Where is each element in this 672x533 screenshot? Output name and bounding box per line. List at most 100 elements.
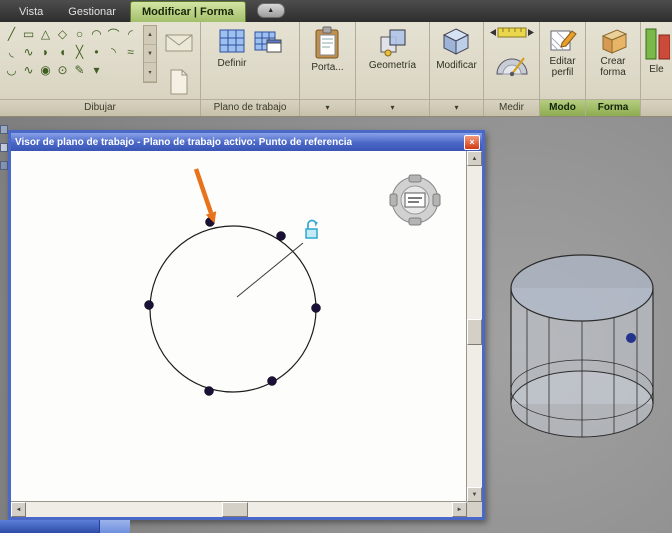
scrollbar-corner: [467, 502, 482, 517]
wheel-tab-left[interactable]: [390, 194, 397, 206]
vertical-scroll-thumb[interactable]: [467, 319, 482, 345]
panel-modo: Editar perfil Modo: [540, 22, 586, 116]
chevron-down-icon: ▾: [325, 103, 329, 112]
ribbon-collapse-button[interactable]: ▲: [257, 3, 285, 18]
drawing-area[interactable]: Visor de plano de trabajo - Plano de tra…: [0, 117, 672, 533]
panel-flyout-geometria[interactable]: ▾: [356, 99, 429, 116]
wheel-tab-right[interactable]: [433, 194, 440, 206]
line-icon[interactable]: ╱: [3, 25, 20, 43]
scroll-down-button[interactable]: ▼: [467, 487, 482, 502]
panel-geometria: Geometría ▾: [356, 22, 430, 116]
pencil-icon[interactable]: ✎: [71, 61, 88, 79]
eye-icon[interactable]: ◉: [37, 61, 54, 79]
panel-flyout-modificar[interactable]: ▾: [430, 99, 483, 116]
document-icon: [167, 68, 191, 96]
sheet-tool-button[interactable]: [159, 24, 199, 61]
creation-arrow: [196, 169, 211, 213]
viewer-body: ▲ ▼ ◄ ►: [11, 151, 482, 517]
reference-point[interactable]: [205, 387, 214, 396]
workplane-viewer-button[interactable]: [252, 22, 284, 57]
gallery-expand[interactable]: ▾: [144, 63, 156, 82]
pick-lines-icon[interactable]: ╳: [71, 43, 88, 61]
envelope-icon: [164, 31, 194, 55]
left-edge-icon[interactable]: [0, 143, 8, 152]
workplane-canvas[interactable]: [11, 151, 467, 502]
left-edge-icon[interactable]: [0, 161, 8, 170]
inscribed-polygon-icon[interactable]: △: [37, 25, 54, 43]
reference-point[interactable]: [145, 301, 154, 310]
modificar-button[interactable]: Modificar: [435, 22, 478, 72]
reference-point[interactable]: [312, 304, 321, 313]
tab-modificar-forma[interactable]: Modificar | Forma: [130, 1, 246, 22]
horizontal-scroll-track[interactable]: [26, 502, 452, 517]
document-tool-button[interactable]: [159, 63, 199, 99]
workplane-grid-icon: [217, 26, 247, 56]
revit-application-window: Vista Gestionar Modificar | Forma ▲ ╱ ▭ …: [0, 0, 672, 533]
gallery-scroll-down[interactable]: ▼: [144, 45, 156, 64]
scroll-left-button[interactable]: ◄: [11, 502, 26, 517]
wave-spline-icon[interactable]: ∿: [20, 61, 37, 79]
geometria-button[interactable]: Geometría: [368, 22, 417, 72]
panel-forma: Crear forma Forma: [586, 22, 641, 116]
vertical-scrollbar[interactable]: ▲ ▼: [467, 151, 482, 502]
reference-point[interactable]: [277, 232, 286, 241]
panel-plano-de-trabajo: Definir Plano: [201, 22, 300, 116]
vertical-scroll-track[interactable]: [467, 166, 482, 487]
definir-label: Definir: [218, 58, 247, 69]
circumscribed-polygon-icon[interactable]: ◇: [54, 25, 71, 43]
panel-medir: Medir: [484, 22, 540, 116]
editar-perfil-button[interactable]: Editar perfil: [540, 22, 585, 79]
wheel-tab-bottom[interactable]: [409, 218, 421, 225]
crear-forma-button[interactable]: Crear forma: [587, 22, 639, 79]
panel-flyout-portapapeles[interactable]: ▾: [300, 99, 355, 116]
gallery-scroll-up[interactable]: ▲: [144, 26, 156, 45]
panel-label-elemento: [641, 99, 672, 116]
panel-label-dibujar: Dibujar: [0, 99, 200, 116]
ribbon: ╱ ▭ △ ◇ ○ ◠ ⌒ ◜ ◟ ∿ ◗ ◖ ╳ • ◝ ≈ ◡: [0, 22, 672, 117]
ruler-icon[interactable]: [489, 26, 535, 39]
viewer-titlebar[interactable]: Visor de plano de trabajo - Plano de tra…: [11, 133, 482, 151]
radius-line[interactable]: [237, 243, 303, 297]
chevron-down-icon: ▾: [390, 103, 394, 112]
scroll-right-button[interactable]: ►: [452, 502, 467, 517]
tangent-arc-icon[interactable]: ◜: [122, 25, 139, 43]
tab-gestionar[interactable]: Gestionar: [57, 2, 127, 22]
draw-tool-gallery: ╱ ▭ △ ◇ ○ ◠ ⌒ ◜ ◟ ∿ ◗ ◖ ╳ • ◝ ≈ ◡: [3, 25, 141, 79]
elemento-button[interactable]: Ele: [643, 22, 671, 76]
panel-label-medir: Medir: [484, 99, 539, 116]
draw-gallery-expand-icon[interactable]: ▾: [88, 61, 105, 79]
background-titlebar-segment-light[interactable]: [99, 520, 130, 533]
horizontal-scroll-thumb[interactable]: [222, 502, 248, 517]
background-titlebar-segment[interactable]: [0, 520, 99, 533]
protractor-icon[interactable]: [494, 48, 530, 78]
fillet-arc-icon[interactable]: ◟: [3, 43, 20, 61]
curve-icon[interactable]: ◡: [3, 61, 20, 79]
model-reference-point[interactable]: [626, 333, 636, 343]
reference-point[interactable]: [268, 377, 277, 386]
arc-through-points-icon[interactable]: ◝: [105, 43, 122, 61]
spline-icon[interactable]: ∿: [20, 43, 37, 61]
draw-gallery-scrollbar: ▲ ▼ ▾: [143, 25, 157, 83]
freeform-spline-icon[interactable]: ≈: [122, 43, 139, 61]
panel-label-forma: Forma: [586, 99, 640, 116]
reference-circle[interactable]: [150, 226, 316, 392]
definir-button[interactable]: Definir: [216, 22, 248, 70]
left-edge-icon[interactable]: [0, 125, 8, 134]
partial-ellipse-icon[interactable]: ◖: [54, 43, 71, 61]
arc-start-end-icon[interactable]: ◠: [88, 25, 105, 43]
scroll-up-button[interactable]: ▲: [467, 151, 482, 166]
portapapeles-button[interactable]: Porta...: [310, 22, 344, 74]
close-button[interactable]: ×: [464, 135, 480, 150]
node-icon[interactable]: ⊙: [54, 61, 71, 79]
viewer-title: Visor de plano de trabajo - Plano de tra…: [15, 137, 352, 148]
horizontal-scrollbar[interactable]: ◄ ►: [11, 502, 467, 517]
circle-icon[interactable]: ○: [71, 25, 88, 43]
tab-vista[interactable]: Vista: [8, 2, 54, 22]
rectangle-icon[interactable]: ▭: [20, 25, 37, 43]
wheel-center-button[interactable]: [405, 193, 425, 207]
wheel-tab-top[interactable]: [409, 175, 421, 182]
ellipse-icon[interactable]: ◗: [37, 43, 54, 61]
navigation-wheel[interactable]: [389, 174, 441, 226]
arc-center-ends-icon[interactable]: ⌒: [105, 25, 122, 43]
point-element-icon[interactable]: •: [88, 43, 105, 61]
